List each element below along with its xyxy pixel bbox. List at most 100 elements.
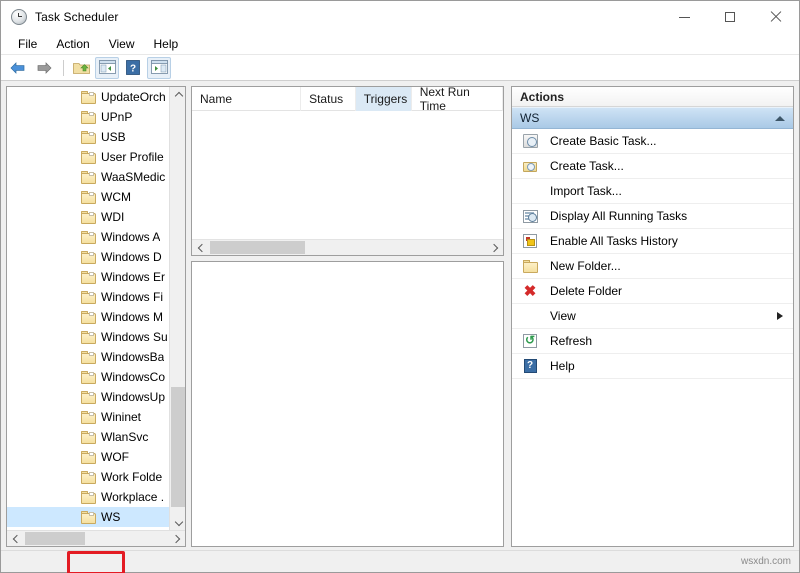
action-display-all-running-tasks[interactable]: Display All Running Tasks bbox=[512, 204, 793, 229]
folder-icon bbox=[81, 130, 96, 144]
action-help[interactable]: ? Help bbox=[512, 354, 793, 379]
task-list-scroll-right-button[interactable] bbox=[486, 240, 503, 255]
actions-panel-title: Actions bbox=[512, 87, 793, 107]
folder-icon bbox=[81, 170, 96, 184]
tree-horizontal-scroll-thumb[interactable] bbox=[25, 532, 85, 545]
submenu-arrow-icon bbox=[777, 312, 783, 320]
help-button[interactable]: ? bbox=[121, 57, 145, 79]
column-header-status[interactable]: Status bbox=[301, 87, 356, 111]
task-scheduler-window: Task Scheduler File Action View Help ? U… bbox=[0, 0, 800, 573]
menu-action[interactable]: Action bbox=[47, 35, 98, 53]
tree-scroll-left-button[interactable] bbox=[7, 531, 24, 546]
action-create-task[interactable]: Create Task... bbox=[512, 154, 793, 179]
action-create-basic-task[interactable]: Create Basic Task... bbox=[512, 129, 793, 154]
tree-item-wininet[interactable]: Wininet bbox=[7, 407, 171, 427]
icon-placeholder bbox=[522, 308, 538, 324]
close-button[interactable] bbox=[753, 1, 799, 33]
task-list-panel: Name Status Triggers Next Run Time bbox=[191, 86, 504, 256]
tree-item-windows-d[interactable]: Windows D bbox=[7, 247, 171, 267]
tree-item-label: Windows M bbox=[101, 310, 164, 324]
tree-item-windowsco[interactable]: WindowsCo bbox=[7, 367, 171, 387]
menu-bar: File Action View Help bbox=[1, 33, 799, 55]
console-tree-panel: UpdateOrch UPnP USB User Profile WaaSMedic WC… bbox=[6, 86, 186, 547]
back-button[interactable] bbox=[6, 57, 30, 79]
task-list-horizontal-scroll-thumb[interactable] bbox=[210, 241, 305, 254]
tree-item-updateorch[interactable]: UpdateOrch bbox=[7, 87, 171, 107]
folder-icon bbox=[81, 390, 96, 404]
tree-item-windowsba[interactable]: WindowsBa bbox=[7, 347, 171, 367]
column-header-triggers[interactable]: Triggers bbox=[355, 87, 412, 111]
tree-item-windows-a[interactable]: Windows A bbox=[7, 227, 171, 247]
tree-item-ws[interactable]: WS bbox=[7, 507, 171, 527]
tree-vertical-scrollbar[interactable] bbox=[169, 87, 185, 532]
actions-list: Create Basic Task... Create Task... Import… bbox=[512, 129, 793, 379]
svg-text:?: ? bbox=[130, 64, 136, 75]
clock-icon bbox=[11, 9, 27, 25]
maximize-button[interactable] bbox=[707, 1, 753, 33]
tree-item-windows-er[interactable]: Windows Er bbox=[7, 267, 171, 287]
folder-icon bbox=[81, 190, 96, 204]
tree-item-wof[interactable]: WOF bbox=[7, 447, 171, 467]
tree-item-usb[interactable]: USB bbox=[7, 127, 171, 147]
column-header-name[interactable]: Name bbox=[192, 87, 302, 111]
console-tree[interactable]: UpdateOrch UPnP USB User Profile WaaSMedic WC… bbox=[7, 87, 171, 532]
tree-item-upnp[interactable]: UPnP bbox=[7, 107, 171, 127]
action-refresh[interactable]: Refresh bbox=[512, 329, 793, 354]
actions-group-header-ws[interactable]: WS bbox=[512, 107, 793, 129]
show-hide-action-pane-button[interactable] bbox=[147, 56, 171, 79]
tree-item-work-folde[interactable]: Work Folde bbox=[7, 467, 171, 487]
action-label: Enable All Tasks History bbox=[550, 234, 678, 248]
refresh-icon bbox=[522, 333, 538, 349]
folder-icon bbox=[81, 150, 96, 164]
tree-scroll-right-button[interactable] bbox=[168, 531, 185, 546]
tree-item-label: WindowsUp bbox=[101, 390, 166, 404]
tree-item-label: UPnP bbox=[101, 110, 133, 124]
menu-file[interactable]: File bbox=[9, 35, 46, 53]
tree-item-wcm[interactable]: WCM bbox=[7, 187, 171, 207]
tree-item-label: Work Folde bbox=[101, 470, 163, 484]
show-hide-console-tree-button[interactable] bbox=[95, 56, 119, 79]
minimize-button[interactable] bbox=[661, 1, 707, 33]
action-view[interactable]: View bbox=[512, 304, 793, 329]
tree-item-windows-m[interactable]: Windows M bbox=[7, 307, 171, 327]
column-header-next-run-time[interactable]: Next Run Time bbox=[412, 87, 503, 113]
tree-scroll-up-button[interactable] bbox=[170, 87, 185, 104]
toolbar: ? bbox=[1, 55, 799, 81]
create-task-icon bbox=[522, 158, 538, 174]
action-import-task[interactable]: Import Task... bbox=[512, 179, 793, 204]
folder-icon bbox=[81, 210, 96, 224]
up-one-level-button[interactable] bbox=[69, 57, 93, 79]
task-list-scroll-left-button[interactable] bbox=[192, 240, 209, 255]
tree-item-workplace[interactable]: Workplace . bbox=[7, 487, 171, 507]
folder-icon bbox=[81, 410, 96, 424]
task-list-horizontal-scrollbar[interactable] bbox=[192, 239, 503, 255]
tree-item-user-profile[interactable]: User Profile bbox=[7, 147, 171, 167]
menu-view[interactable]: View bbox=[100, 35, 144, 53]
menu-help[interactable]: Help bbox=[145, 35, 188, 53]
folder-icon bbox=[81, 450, 96, 464]
tasks-history-icon bbox=[522, 233, 538, 249]
tree-item-wlansvc[interactable]: WlanSvc bbox=[7, 427, 171, 447]
actions-panel: Actions WS Create Basic Task... Create Ta… bbox=[511, 86, 794, 547]
tree-item-waasmedic[interactable]: WaaSMedic bbox=[7, 167, 171, 187]
tree-item-windows-fi[interactable]: Windows Fi bbox=[7, 287, 171, 307]
tree-item-wdi[interactable]: WDI bbox=[7, 207, 171, 227]
tree-horizontal-scrollbar[interactable] bbox=[7, 530, 185, 546]
tree-vertical-scroll-thumb[interactable] bbox=[171, 387, 185, 507]
action-new-folder[interactable]: New Folder... bbox=[512, 254, 793, 279]
task-list-column-headers[interactable]: Name Status Triggers Next Run Time bbox=[192, 87, 503, 113]
triangle-up-icon[interactable] bbox=[775, 115, 785, 121]
status-bar: wsxdn.com bbox=[1, 550, 799, 572]
tree-item-windows-su[interactable]: Windows Su bbox=[7, 327, 171, 347]
action-delete-folder[interactable]: ✖ Delete Folder bbox=[512, 279, 793, 304]
folder-up-icon bbox=[72, 60, 90, 75]
folder-icon bbox=[81, 330, 96, 344]
task-list-empty-body[interactable] bbox=[192, 111, 503, 231]
tree-item-windowsup[interactable]: WindowsUp bbox=[7, 387, 171, 407]
action-enable-all-tasks-history[interactable]: Enable All Tasks History bbox=[512, 229, 793, 254]
folder-icon bbox=[81, 510, 96, 524]
tree-item-label: Windows Su bbox=[101, 330, 168, 344]
tree-item-label: User Profile bbox=[101, 150, 164, 164]
forward-button[interactable] bbox=[32, 57, 56, 79]
folder-icon bbox=[81, 310, 96, 324]
